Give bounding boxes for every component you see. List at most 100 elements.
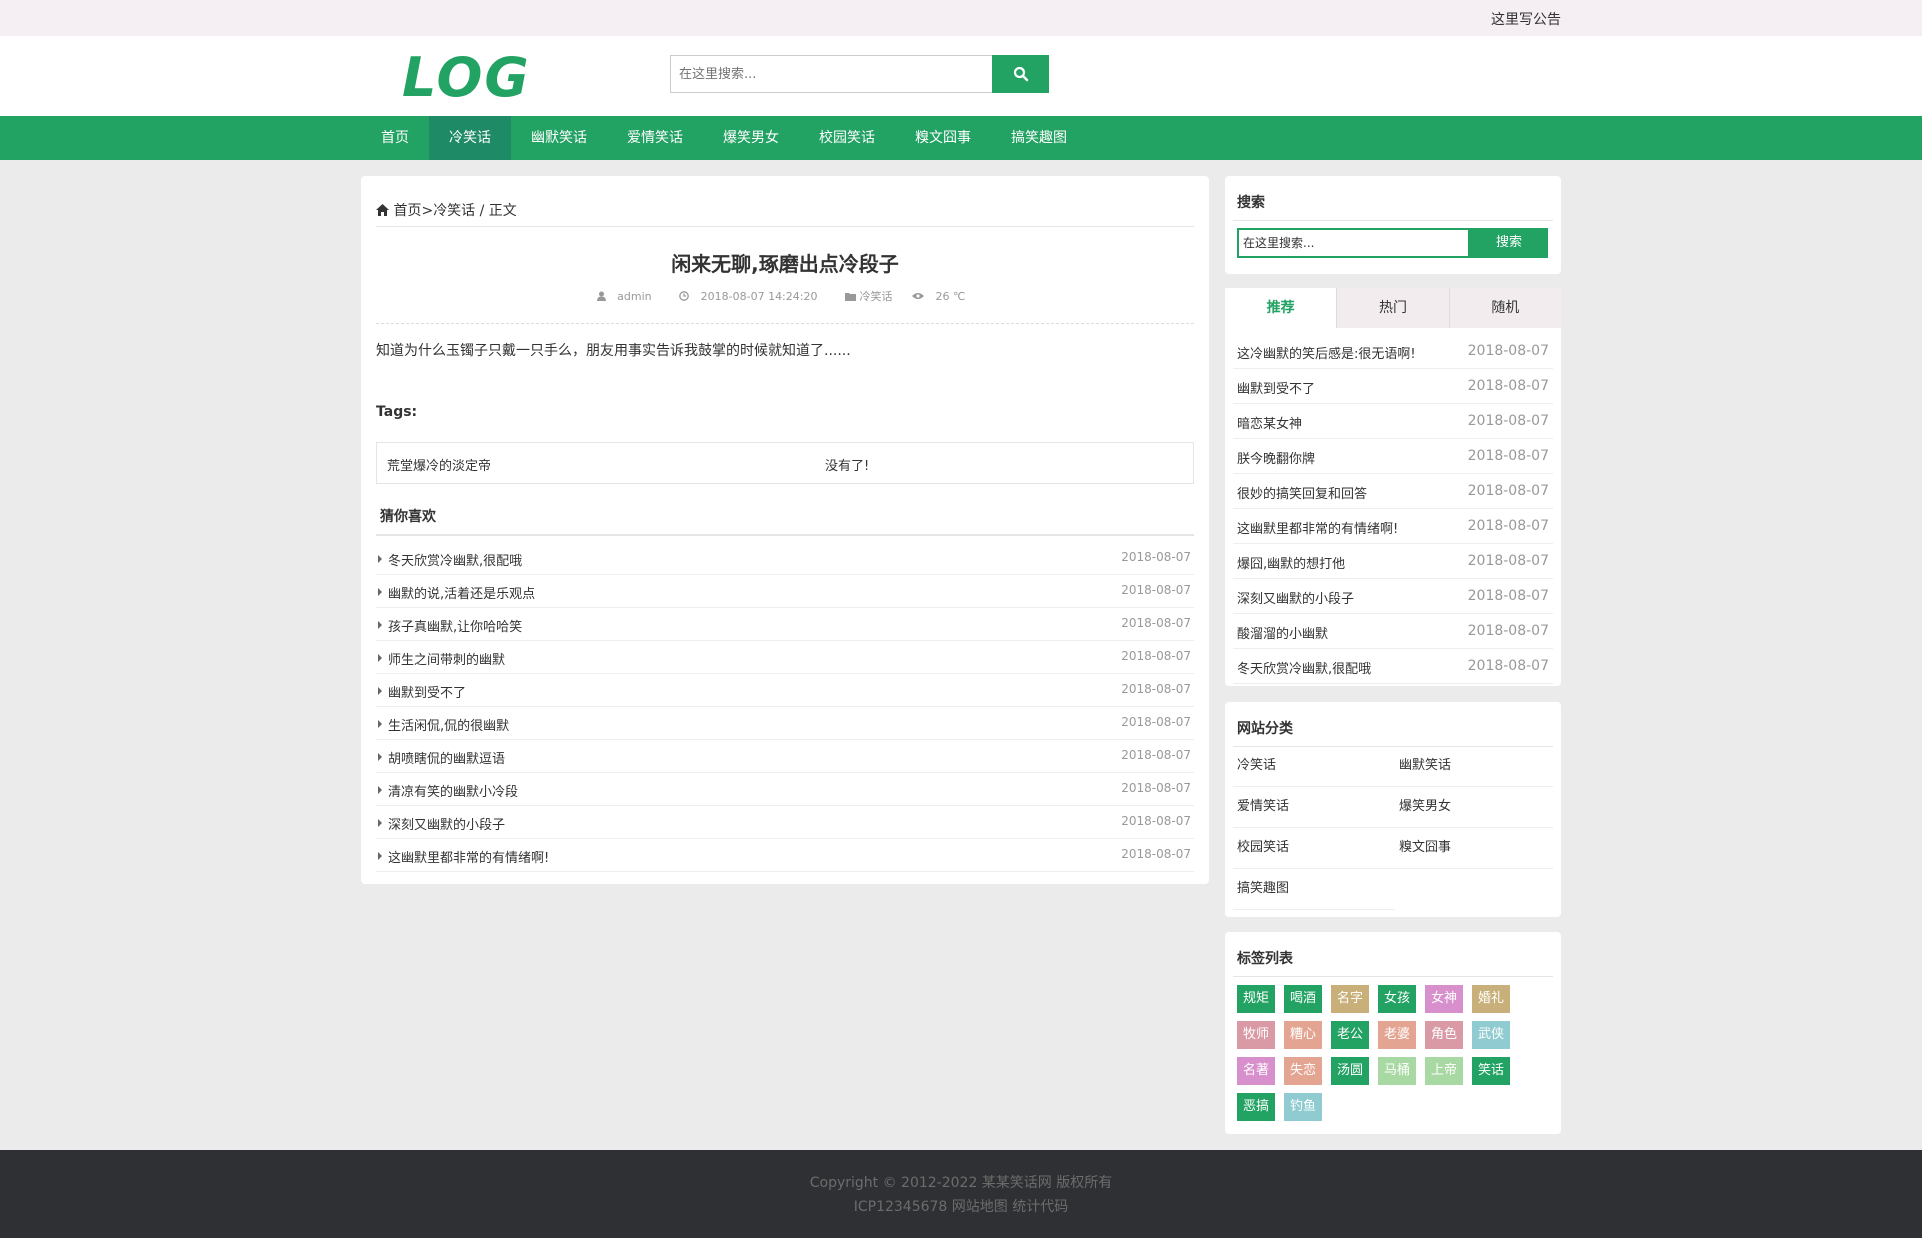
nav-item[interactable]: 幽默笑话	[511, 116, 607, 160]
tag-badge[interactable]: 糟心	[1284, 1021, 1322, 1049]
list-item[interactable]: 清凉有笑的幽默小冷段 2018-08-07	[376, 773, 1194, 806]
list-item-title[interactable]: 这幽默里都非常的有情绪啊!	[1237, 518, 1398, 537]
list-item[interactable]: 深刻又幽默的小段子 2018-08-07	[376, 806, 1194, 839]
category-link[interactable]: 幽默笑话	[1395, 746, 1553, 787]
tag-badge[interactable]: 恶搞	[1237, 1093, 1275, 1121]
nav-item[interactable]: 冷笑话	[429, 116, 511, 160]
list-item-title[interactable]: 师生之间带刺的幽默	[388, 649, 505, 668]
header-search-button[interactable]	[992, 55, 1049, 93]
tag-badge[interactable]: 女孩	[1378, 985, 1416, 1013]
nav-item[interactable]: 搞笑趣图	[991, 116, 1087, 160]
list-item[interactable]: 深刻又幽默的小段子 2018-08-07	[1233, 579, 1553, 614]
tab-2[interactable]: 随机	[1448, 288, 1561, 328]
list-item[interactable]: 爆囧,幽默的想打他 2018-08-07	[1233, 544, 1553, 579]
nav-item[interactable]: 首页	[361, 116, 429, 160]
list-item-title[interactable]: 胡喷瞎侃的幽默逗语	[388, 748, 505, 767]
category-link[interactable]: 爆笑男女	[1395, 787, 1553, 828]
tag-badge[interactable]: 汤圆	[1331, 1057, 1369, 1085]
footer-links[interactable]: ICP12345678 网站地图 统计代码	[0, 1196, 1922, 1216]
list-item-date: 2018-08-07	[1467, 658, 1549, 674]
tag-badge[interactable]: 失恋	[1284, 1057, 1322, 1085]
list-item[interactable]: 胡喷瞎侃的幽默逗语 2018-08-07	[376, 740, 1194, 773]
list-item-date: 2018-08-07	[1467, 518, 1549, 534]
tab-1[interactable]: 热门	[1336, 288, 1449, 328]
sidebar-search-button[interactable]: 搜索	[1470, 228, 1548, 258]
article-body: 知道为什么玉镯子只戴一只手么，朋友用事实告诉我鼓掌的时候就知道了......	[376, 343, 851, 359]
list-item-title[interactable]: 这冷幽默的笑后感是:很无语啊!	[1237, 343, 1416, 362]
notice-text[interactable]: 这里写公告	[1491, 9, 1561, 29]
tag-badge[interactable]: 马桶	[1378, 1057, 1416, 1085]
tag-badge[interactable]: 武侠	[1472, 1021, 1510, 1049]
list-item[interactable]: 幽默的说,活着还是乐观点 2018-08-07	[376, 575, 1194, 608]
list-item-title[interactable]: 清凉有笑的幽默小冷段	[388, 781, 518, 800]
tag-badge[interactable]: 钓鱼	[1284, 1093, 1322, 1121]
list-item-title[interactable]: 生活闲侃,侃的很幽默	[388, 715, 509, 734]
list-item[interactable]: 幽默到受不了 2018-08-07	[1233, 369, 1553, 404]
list-item-title[interactable]: 爆囧,幽默的想打他	[1237, 553, 1345, 572]
category-link[interactable]: 冷笑话	[1233, 746, 1395, 787]
list-item-title[interactable]: 幽默到受不了	[1237, 378, 1315, 397]
tag-badge[interactable]: 角色	[1425, 1021, 1463, 1049]
list-item-date: 2018-08-07	[1121, 583, 1191, 597]
list-item[interactable]: 冬天欣赏冷幽默,很配哦 2018-08-07	[376, 542, 1194, 575]
tag-badge[interactable]: 女神	[1425, 985, 1463, 1013]
tag-badge[interactable]: 牧师	[1237, 1021, 1275, 1049]
list-item-title[interactable]: 很妙的搞笑回复和回答	[1237, 483, 1367, 502]
list-item[interactable]: 这冷幽默的笑后感是:很无语啊! 2018-08-07	[1233, 334, 1553, 369]
sidebar-search-input[interactable]: 在这里搜索...	[1237, 228, 1470, 258]
caret-right-icon	[378, 852, 382, 860]
site-logo[interactable]: LOGO	[400, 48, 530, 104]
prev-article-link[interactable]: 荒堂爆冷的淡定帝	[387, 455, 491, 474]
divider	[376, 226, 1194, 227]
category-link[interactable]: 爱情笑话	[1233, 787, 1395, 828]
list-item[interactable]: 冬天欣赏冷幽默,很配哦 2018-08-07	[1233, 649, 1553, 684]
list-item-title[interactable]: 深刻又幽默的小段子	[388, 814, 505, 833]
list-item-title[interactable]: 幽默的说,活着还是乐观点	[388, 583, 535, 602]
list-item[interactable]: 幽默到受不了 2018-08-07	[376, 674, 1194, 707]
tag-badge[interactable]: 老婆	[1378, 1021, 1416, 1049]
list-item[interactable]: 孩子真幽默,让你哈哈笑 2018-08-07	[376, 608, 1194, 641]
list-item-title[interactable]: 幽默到受不了	[388, 682, 466, 701]
tag-badge[interactable]: 名著	[1237, 1057, 1275, 1085]
breadcrumb-category[interactable]: 冷笑话	[433, 203, 475, 219]
caret-right-icon	[378, 753, 382, 761]
category-link[interactable]: 糗文囧事	[1395, 828, 1553, 869]
list-item-date: 2018-08-07	[1467, 483, 1549, 499]
list-item[interactable]: 师生之间带刺的幽默 2018-08-07	[376, 641, 1194, 674]
tag-badge[interactable]: 规矩	[1237, 985, 1275, 1013]
breadcrumb-home[interactable]: 首页	[393, 203, 421, 219]
list-item[interactable]: 生活闲侃,侃的很幽默 2018-08-07	[376, 707, 1194, 740]
nav-item[interactable]: 爆笑男女	[703, 116, 799, 160]
list-item-title[interactable]: 冬天欣赏冷幽默,很配哦	[388, 550, 522, 569]
list-item[interactable]: 很妙的搞笑回复和回答 2018-08-07	[1233, 474, 1553, 509]
list-item-title[interactable]: 深刻又幽默的小段子	[1237, 588, 1354, 607]
category-link[interactable]: 搞笑趣图	[1233, 869, 1395, 910]
date-meta: 2018-08-07 14:24:20	[679, 290, 829, 303]
tag-badge[interactable]: 笑话	[1472, 1057, 1510, 1085]
list-item[interactable]: 这幽默里都非常的有情绪啊! 2018-08-07	[376, 839, 1194, 872]
list-item-title[interactable]: 冬天欣赏冷幽默,很配哦	[1237, 658, 1371, 677]
list-item[interactable]: 朕今晚翻你牌 2018-08-07	[1233, 439, 1553, 474]
list-item-title[interactable]: 这幽默里都非常的有情绪啊!	[388, 847, 549, 866]
tag-badge[interactable]: 名字	[1331, 985, 1369, 1013]
list-item[interactable]: 暗恋某女神 2018-08-07	[1233, 404, 1553, 439]
tag-badge[interactable]: 上帝	[1425, 1057, 1463, 1085]
list-item-title[interactable]: 酸溜溜的小幽默	[1237, 623, 1328, 642]
list-item-title[interactable]: 孩子真幽默,让你哈哈笑	[388, 616, 522, 635]
nav-item[interactable]: 爱情笑话	[607, 116, 703, 160]
tag-badge[interactable]: 婚礼	[1472, 985, 1510, 1013]
tag-badge[interactable]: 老公	[1331, 1021, 1369, 1049]
list-item[interactable]: 这幽默里都非常的有情绪啊! 2018-08-07	[1233, 509, 1553, 544]
article-datetime: 2018-08-07 14:24:20	[700, 290, 818, 303]
tab-0[interactable]: 推荐	[1225, 288, 1337, 328]
tag-badge[interactable]: 喝酒	[1284, 985, 1322, 1013]
list-item-title[interactable]: 暗恋某女神	[1237, 413, 1302, 432]
article-category-link[interactable]: 冷笑话	[859, 290, 892, 303]
breadcrumb-sep: >	[421, 203, 434, 219]
header-search-input[interactable]	[670, 55, 992, 93]
nav-item[interactable]: 校园笑话	[799, 116, 895, 160]
list-item-title[interactable]: 朕今晚翻你牌	[1237, 448, 1315, 467]
category-link[interactable]: 校园笑话	[1233, 828, 1395, 869]
list-item[interactable]: 酸溜溜的小幽默 2018-08-07	[1233, 614, 1553, 649]
nav-item[interactable]: 糗文囧事	[895, 116, 991, 160]
